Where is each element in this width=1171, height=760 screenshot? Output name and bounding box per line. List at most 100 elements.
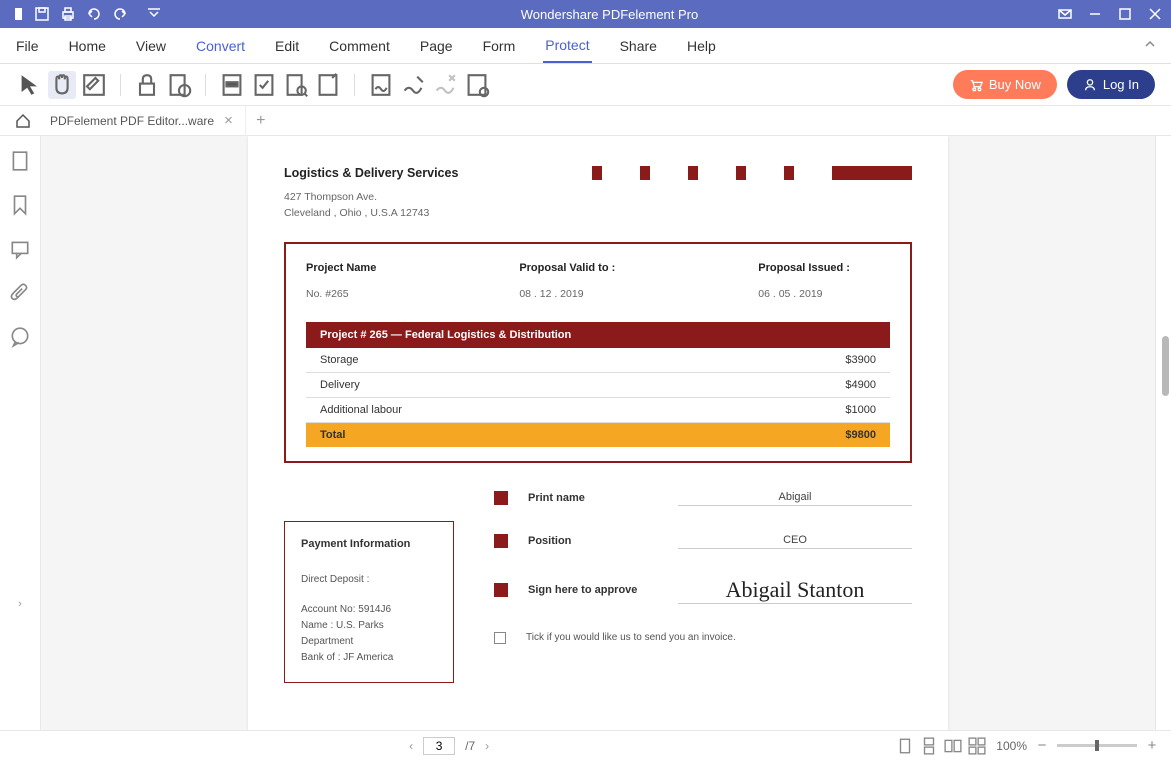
issued-value: 06 . 05 . 2019: [758, 288, 850, 300]
company-name: Logistics & Delivery Services: [284, 166, 458, 180]
statusbar: ‹ /7 › 100% − +: [0, 730, 1171, 760]
undo-icon[interactable]: [86, 6, 102, 22]
permissions-icon[interactable]: [165, 71, 193, 99]
close-icon[interactable]: [1147, 6, 1163, 22]
minimize-icon[interactable]: [1087, 6, 1103, 22]
maximize-icon[interactable]: [1117, 6, 1133, 22]
close-tab-icon[interactable]: ×: [224, 112, 233, 129]
tabbar: PDFelement PDF Editor...ware × +: [0, 106, 1171, 136]
attachments-icon[interactable]: [9, 282, 31, 304]
toolbar-right: Buy Now Log In: [953, 70, 1155, 99]
app-logo-icon[interactable]: [8, 6, 24, 22]
mail-icon[interactable]: [1057, 6, 1073, 22]
position-value[interactable]: CEO: [678, 534, 912, 549]
comments-icon[interactable]: [9, 238, 31, 260]
thumbnails-icon[interactable]: [9, 150, 31, 172]
login-button[interactable]: Log In: [1067, 70, 1155, 99]
zoom-out-icon[interactable]: −: [1035, 737, 1049, 754]
bullet-icon: [494, 534, 508, 548]
menu-form[interactable]: Form: [481, 30, 518, 62]
manage-sign-icon[interactable]: [463, 71, 491, 99]
chat-icon[interactable]: [9, 326, 31, 348]
hand-tool-icon[interactable]: [48, 71, 76, 99]
menu-home[interactable]: Home: [67, 30, 108, 62]
sign-doc-icon[interactable]: [367, 71, 395, 99]
main-area: › Logistics & Delivery Services 427 Thom…: [0, 136, 1171, 730]
red-square-icon: [736, 166, 746, 180]
expand-sidebar-icon[interactable]: ›: [18, 598, 22, 610]
table-row: Delivery$4900: [306, 372, 890, 397]
signature-value[interactable]: Abigail Stanton: [678, 577, 912, 604]
app-title: Wondershare PDFelement Pro: [162, 7, 1057, 22]
menu-page[interactable]: Page: [418, 30, 455, 62]
separator: [120, 74, 121, 96]
dropdown-icon[interactable]: [146, 6, 162, 22]
payment-account: Account No: 5914J6: [301, 602, 437, 618]
clear-sign-icon[interactable]: [431, 71, 459, 99]
page-number-input[interactable]: [423, 737, 455, 755]
invoice-tick-label: Tick if you would like us to send you an…: [526, 632, 736, 643]
redact-icon[interactable]: [218, 71, 246, 99]
menu-help[interactable]: Help: [685, 30, 718, 62]
zoom-value: 100%: [996, 739, 1027, 753]
red-square-icon: [688, 166, 698, 180]
signature-row: Sign here to approve Abigail Stanton: [494, 577, 912, 604]
document-canvas[interactable]: Logistics & Delivery Services 427 Thomps…: [41, 136, 1155, 730]
table-row: Additional labour$1000: [306, 397, 890, 422]
project-box: Project Name No. #265 Proposal Valid to …: [284, 242, 912, 463]
redact-settings-icon[interactable]: [314, 71, 342, 99]
separator: [205, 74, 206, 96]
collapse-ribbon-icon[interactable]: [1143, 37, 1157, 54]
project-table: Project # 265 — Federal Logistics & Dist…: [306, 322, 890, 447]
search-redact-icon[interactable]: [282, 71, 310, 99]
zoom-in-icon[interactable]: +: [1145, 737, 1159, 754]
print-icon[interactable]: [60, 6, 76, 22]
document-tab-label: PDFelement PDF Editor...ware: [50, 114, 214, 128]
bookmarks-icon[interactable]: [9, 194, 31, 216]
select-tool-icon[interactable]: [16, 71, 44, 99]
menu-protect[interactable]: Protect: [543, 29, 591, 63]
save-icon[interactable]: [34, 6, 50, 22]
scrollbar-thumb[interactable]: [1162, 336, 1169, 396]
scrollbar-track[interactable]: [1155, 136, 1171, 730]
menu-file[interactable]: File: [14, 30, 41, 62]
table-row: Storage$3900: [306, 348, 890, 373]
single-page-icon[interactable]: [896, 737, 914, 755]
edit-tool-icon[interactable]: [80, 71, 108, 99]
print-name-label: Print name: [528, 492, 658, 504]
menu-edit[interactable]: Edit: [273, 30, 301, 62]
payment-deposit: Direct Deposit :: [301, 572, 437, 588]
separator: [354, 74, 355, 96]
encrypt-icon[interactable]: [133, 71, 161, 99]
zoom-slider[interactable]: [1057, 744, 1137, 747]
login-label: Log In: [1103, 77, 1139, 92]
menu-convert[interactable]: Convert: [194, 30, 247, 62]
menu-comment[interactable]: Comment: [327, 30, 392, 62]
menu-share[interactable]: Share: [618, 30, 659, 62]
redo-icon[interactable]: [112, 6, 128, 22]
position-row: Position CEO: [494, 534, 912, 549]
menu-view[interactable]: View: [134, 30, 168, 62]
document-tab[interactable]: PDFelement PDF Editor...ware ×: [38, 106, 246, 136]
apply-redact-icon[interactable]: [250, 71, 278, 99]
two-page-icon[interactable]: [944, 737, 962, 755]
buy-now-button[interactable]: Buy Now: [953, 70, 1057, 99]
invoice-tick-row: Tick if you would like us to send you an…: [494, 632, 912, 644]
home-tab-icon[interactable]: [8, 106, 38, 136]
print-name-value[interactable]: Abigail: [678, 491, 912, 506]
two-page-continuous-icon[interactable]: [968, 737, 986, 755]
issued-label: Proposal Issued :: [758, 262, 850, 274]
invoice-checkbox[interactable]: [494, 632, 506, 644]
red-square-icon: [592, 166, 602, 180]
toolbar: Buy Now Log In: [0, 64, 1171, 106]
validate-sign-icon[interactable]: [399, 71, 427, 99]
titlebar-left: [8, 6, 162, 22]
next-page-icon[interactable]: ›: [485, 739, 489, 753]
new-tab-button[interactable]: +: [246, 112, 276, 130]
page-navigation: ‹ /7 ›: [409, 737, 489, 755]
prev-page-icon[interactable]: ‹: [409, 739, 413, 753]
print-name-row: Print name Abigail: [494, 491, 912, 506]
zoom-controls: 100% − +: [996, 737, 1159, 754]
bullet-icon: [494, 491, 508, 505]
continuous-page-icon[interactable]: [920, 737, 938, 755]
